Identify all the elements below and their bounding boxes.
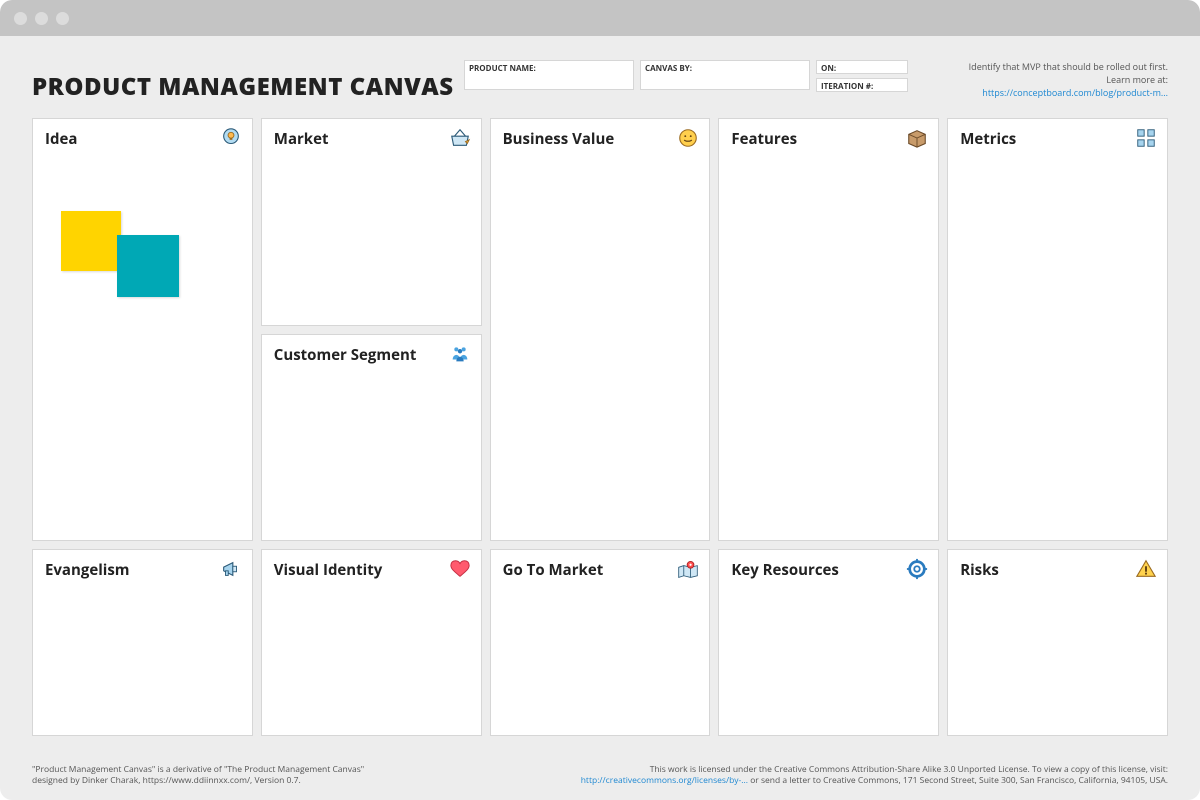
window-titlebar: [0, 0, 1200, 36]
meta-block: PRODUCT NAME: CANVAS BY: ON: ITERATION #…: [464, 60, 1168, 99]
smiley-icon: [677, 127, 699, 149]
footer-license: This work is licensed under the Creative…: [581, 764, 1168, 786]
iteration-field[interactable]: ITERATION #:: [816, 78, 908, 92]
footer-attribution: "Product Management Canvas" is a derivat…: [32, 764, 364, 786]
window-minimize-icon[interactable]: [35, 12, 48, 25]
hint-link[interactable]: https://conceptboard.com/blog/product-m.…: [982, 86, 1168, 99]
on-label: ON:: [817, 61, 840, 74]
card-business-value[interactable]: Business Value: [490, 118, 711, 541]
card-features[interactable]: Features: [718, 118, 939, 541]
card-title-risks: Risks: [960, 560, 1155, 580]
card-title-metrics: Metrics: [960, 129, 1155, 149]
map-pin-icon: [677, 558, 699, 580]
page-title: PRODUCT MANAGEMENT CANVAS: [32, 70, 454, 103]
hint-text: Identify that MVP that should be rolled …: [938, 60, 1168, 99]
product-name-field[interactable]: PRODUCT NAME:: [464, 60, 634, 90]
basket-icon: [449, 127, 471, 149]
canvas-by-field[interactable]: CANVAS BY:: [640, 60, 810, 90]
hint-prefix: Learn more at:: [1106, 73, 1168, 86]
card-title-gotomarket: Go To Market: [503, 560, 698, 580]
box-icon: [906, 127, 928, 149]
card-title-segment: Customer Segment: [274, 345, 469, 365]
card-go-to-market[interactable]: Go To Market: [490, 549, 711, 736]
warning-icon: [1135, 558, 1157, 580]
card-title-bizval: Business Value: [503, 129, 698, 149]
card-customer-segment[interactable]: Customer Segment: [261, 334, 482, 542]
footer-left-line2: designed by Dinker Charak, https://www.d…: [32, 775, 301, 786]
window-close-icon[interactable]: [14, 12, 27, 25]
footer: "Product Management Canvas" is a derivat…: [32, 764, 1168, 786]
card-metrics[interactable]: Metrics: [947, 118, 1168, 541]
card-title-market: Market: [274, 129, 469, 149]
card-title-keyres: Key Resources: [731, 560, 926, 580]
hint-line1: Identify that MVP that should be rolled …: [969, 60, 1168, 73]
card-market[interactable]: Market: [261, 118, 482, 326]
canvas-by-label: CANVAS BY:: [641, 61, 696, 74]
card-title-evangelism: Evangelism: [45, 560, 240, 580]
footer-right-prefix: This work is licensed under the Creative…: [650, 764, 1168, 775]
card-risks[interactable]: Risks: [947, 549, 1168, 736]
card-title-visualid: Visual Identity: [274, 560, 469, 580]
lightbulb-head-icon: [220, 127, 242, 149]
megaphone-icon: [220, 558, 242, 580]
canvas-content: PRODUCT MANAGEMENT CANVAS PRODUCT NAME: …: [0, 36, 1200, 800]
footer-left-line1: "Product Management Canvas" is a derivat…: [32, 764, 364, 775]
card-visual-identity[interactable]: Visual Identity: [261, 549, 482, 736]
window-maximize-icon[interactable]: [56, 12, 69, 25]
card-evangelism[interactable]: Evangelism: [32, 549, 253, 736]
gear-icon: [906, 558, 928, 580]
card-title-features: Features: [731, 129, 926, 149]
sticky-note-teal[interactable]: [117, 235, 179, 297]
footer-license-link[interactable]: http://creativecommons.org/licenses/by-.…: [581, 775, 748, 786]
on-field[interactable]: ON:: [816, 60, 908, 74]
header-row: PRODUCT MANAGEMENT CANVAS PRODUCT NAME: …: [32, 60, 1168, 103]
card-title-idea: Idea: [45, 129, 240, 149]
iteration-label: ITERATION #:: [817, 79, 877, 92]
people-icon: [449, 343, 471, 365]
app-window: PRODUCT MANAGEMENT CANVAS PRODUCT NAME: …: [0, 0, 1200, 800]
footer-right-suffix: or send a letter to Creative Commons, 17…: [748, 775, 1168, 786]
card-idea[interactable]: Idea: [32, 118, 253, 541]
heart-icon: [449, 558, 471, 580]
product-name-label: PRODUCT NAME:: [465, 61, 540, 74]
grid-squares-icon: [1135, 127, 1157, 149]
sticky-note-yellow[interactable]: [61, 211, 121, 271]
canvas-grid: Idea Market Customer Segment: [32, 118, 1168, 736]
card-key-resources[interactable]: Key Resources: [718, 549, 939, 736]
